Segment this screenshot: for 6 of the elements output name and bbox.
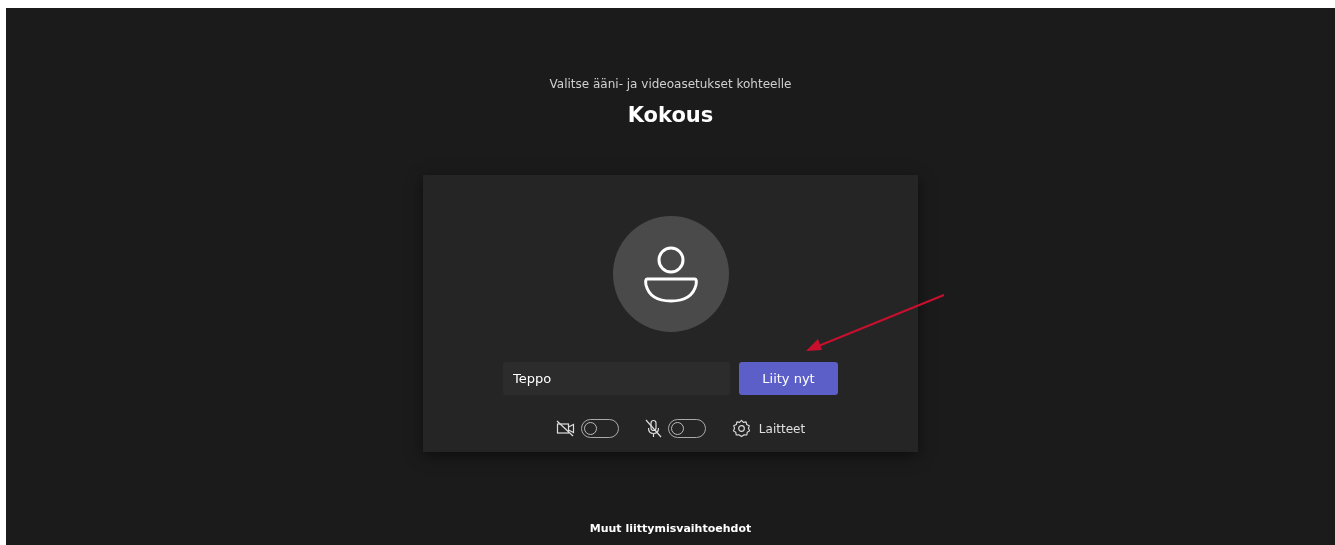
join-button[interactable]: Liity nyt [739, 362, 838, 395]
devices-label[interactable]: Laitteet [758, 421, 806, 436]
other-join-options-link[interactable]: Muut liittymisvaihtoehdot [589, 522, 752, 535]
name-field[interactable]: Teppo [503, 362, 730, 395]
subtitle: Valitse ääni- ja videoasetukset kohteelle [549, 77, 792, 93]
meeting-title: Kokous [627, 103, 714, 129]
